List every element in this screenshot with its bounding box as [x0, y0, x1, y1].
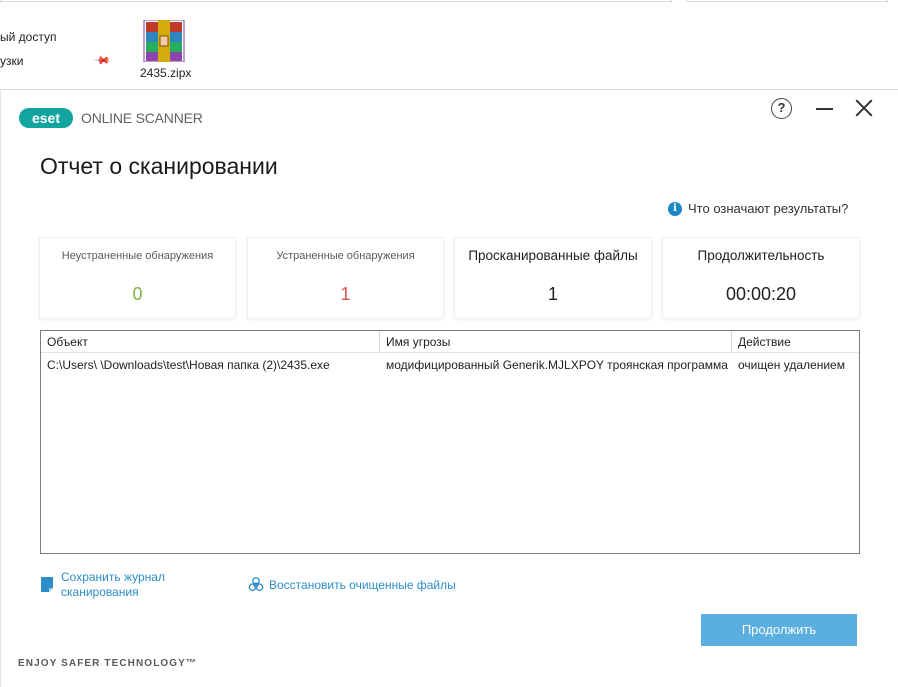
close-icon[interactable] — [853, 98, 875, 120]
stat-card-resolved: Устраненные обнаружения 1 — [248, 238, 443, 318]
restore-files-link[interactable]: Восстановить очищенные файлы — [269, 578, 456, 593]
title-bar[interactable]: eset ONLINE SCANNER ? — [1, 90, 898, 150]
info-icon: i — [668, 201, 682, 216]
nav-item-quick-access[interactable]: ый доступ — [0, 30, 56, 44]
stat-value: 0 — [132, 284, 143, 304]
minimize-icon[interactable] — [813, 98, 835, 120]
column-header-object[interactable]: Объект — [41, 331, 380, 353]
page-title: Отчет о сканировании — [40, 153, 278, 179]
table-header: Объект Имя угрозы Действие — [41, 331, 859, 353]
stat-value: 1 — [547, 284, 558, 304]
results-help-label: Что означают результаты? — [688, 201, 849, 216]
cell-threat: модифицированный Generik.MJLXPOY троянск… — [386, 358, 728, 372]
table-row[interactable]: C:\Users\ \Downloads\test\Новая папка (2… — [41, 354, 859, 376]
address-bar[interactable] — [0, 0, 672, 2]
continue-button[interactable]: Продолжить — [701, 614, 857, 646]
tagline: ENJOY SAFER TECHNOLOGY™ — [18, 658, 198, 669]
stat-card-duration: Продолжительность 00:00:20 — [663, 238, 859, 318]
stat-label: Устраненные обнаружения — [276, 250, 415, 262]
cell-object: C:\Users\ \Downloads\test\Новая папка (2… — [47, 358, 330, 372]
stat-label: Просканированные файлы — [468, 248, 638, 263]
svg-text:eset: eset — [32, 110, 60, 126]
save-log-link[interactable]: Сохранить журнал сканирования — [61, 570, 191, 600]
product-name: ONLINE SCANNER — [81, 110, 203, 126]
stat-value: 1 — [340, 284, 351, 304]
column-header-action[interactable]: Действие — [732, 331, 859, 353]
search-bar[interactable] — [686, 0, 888, 2]
cell-action: очищен удалением — [738, 358, 845, 372]
eset-logo: eset — [19, 108, 73, 128]
stat-card-unresolved: Неустраненные обнаружения 0 — [40, 238, 235, 318]
pin-icon: 📌 — [92, 51, 111, 70]
file-explorer-background: ый доступ узки 📌 2435.zipx — [0, 0, 898, 90]
results-table[interactable]: Объект Имя угрозы Действие C:\Users\ \Do… — [40, 330, 860, 554]
results-help-link[interactable]: i Что означают результаты? — [668, 201, 848, 216]
biohazard-restore-icon[interactable] — [248, 577, 264, 593]
eset-scanner-window: eset ONLINE SCANNER ? Отчет о сканирован… — [0, 89, 898, 687]
file-name-label[interactable]: 2435.zipx — [140, 66, 191, 80]
nav-item-downloads[interactable]: узки — [0, 54, 23, 68]
save-log-icon[interactable] — [41, 577, 53, 592]
stat-value: 00:00:20 — [725, 284, 797, 304]
column-header-threat[interactable]: Имя угрозы — [380, 331, 732, 353]
winrar-archive-icon[interactable] — [140, 20, 188, 62]
stat-label: Продолжительность — [697, 248, 825, 263]
stat-card-scanned-files: Просканированные файлы 1 — [455, 238, 651, 318]
stat-label: Неустраненные обнаружения — [61, 250, 214, 262]
help-icon[interactable]: ? — [771, 98, 792, 119]
